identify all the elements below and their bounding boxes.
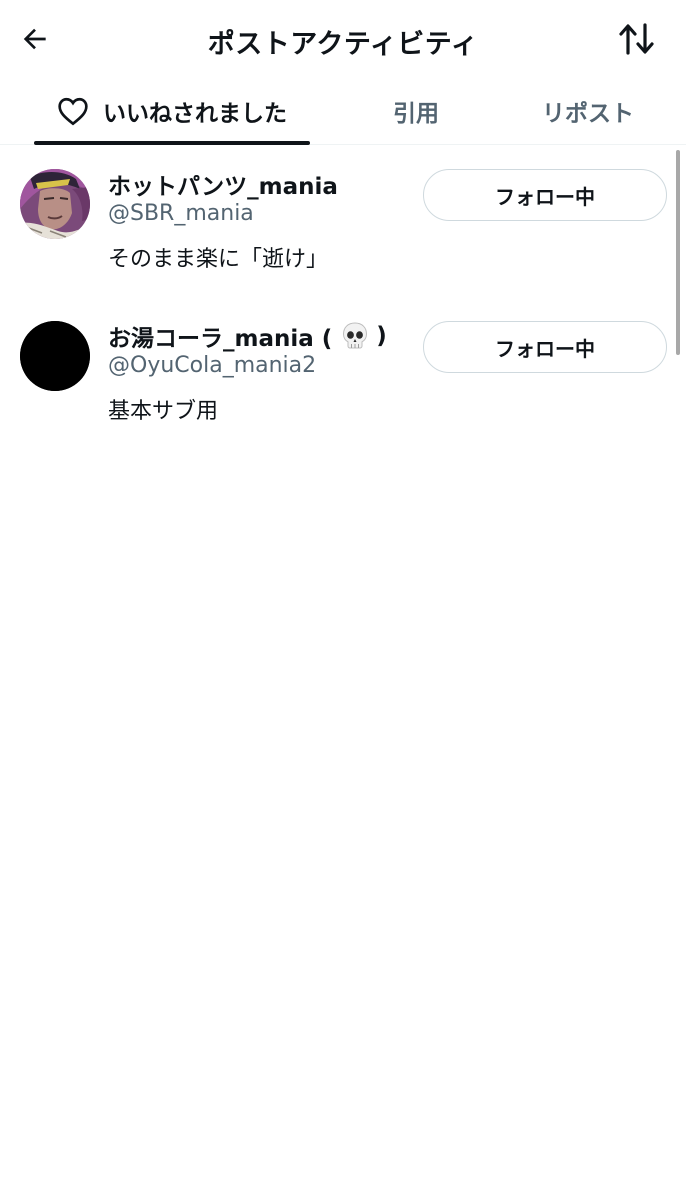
scrollbar[interactable] [676,150,680,355]
avatar[interactable] [20,169,90,239]
following-button[interactable]: フォロー中 [423,321,667,373]
tab-quotes-label: 引用 [393,101,439,127]
list-item[interactable]: ホットパンツ_mania @SBR_mania そのまま楽に「逝け」 フォロー中 [0,145,686,297]
tab-likes-label: いいねされました [103,101,287,127]
user-list: ホットパンツ_mania @SBR_mania そのまま楽に「逝け」 フォロー中… [0,145,686,449]
following-button[interactable]: フォロー中 [423,169,667,221]
tab-likes[interactable]: いいねされました [34,78,310,144]
user-handle: @SBR_mania [108,201,254,226]
tab-quotes[interactable]: 引用 [330,78,502,144]
tab-bar: いいねされました 引用 リポスト [0,78,686,145]
black-circle-avatar [20,321,90,391]
illustrated-character-avatar [20,169,90,239]
heart-outline-icon [57,96,89,126]
user-bio: そのまま楽に「逝け」 [108,247,329,272]
user-display-name: お湯コーラ_mania ( ) [108,319,387,353]
page-title: ポストアクティビティ [207,29,479,60]
user-display-name-suffix: ) [376,323,387,349]
skull-icon [343,322,368,349]
sort-arrows-icon [619,23,654,55]
user-display-name: ホットパンツ_mania [108,174,338,200]
user-display-name-text: お湯コーラ_mania ( [108,326,333,352]
user-bio: 基本サブ用 [108,399,219,424]
user-handle: @OyuCola_mania2 [108,353,317,378]
sort-button[interactable] [614,18,660,60]
tab-reposts[interactable]: リポスト [510,78,666,144]
list-item[interactable]: お湯コーラ_mania ( ) @OyuCola_mania2 基本サブ用 フォ… [0,297,686,449]
top-bar: ポストアクティビティ [0,0,686,78]
avatar[interactable] [20,321,90,391]
tab-reposts-label: リポスト [542,101,634,127]
